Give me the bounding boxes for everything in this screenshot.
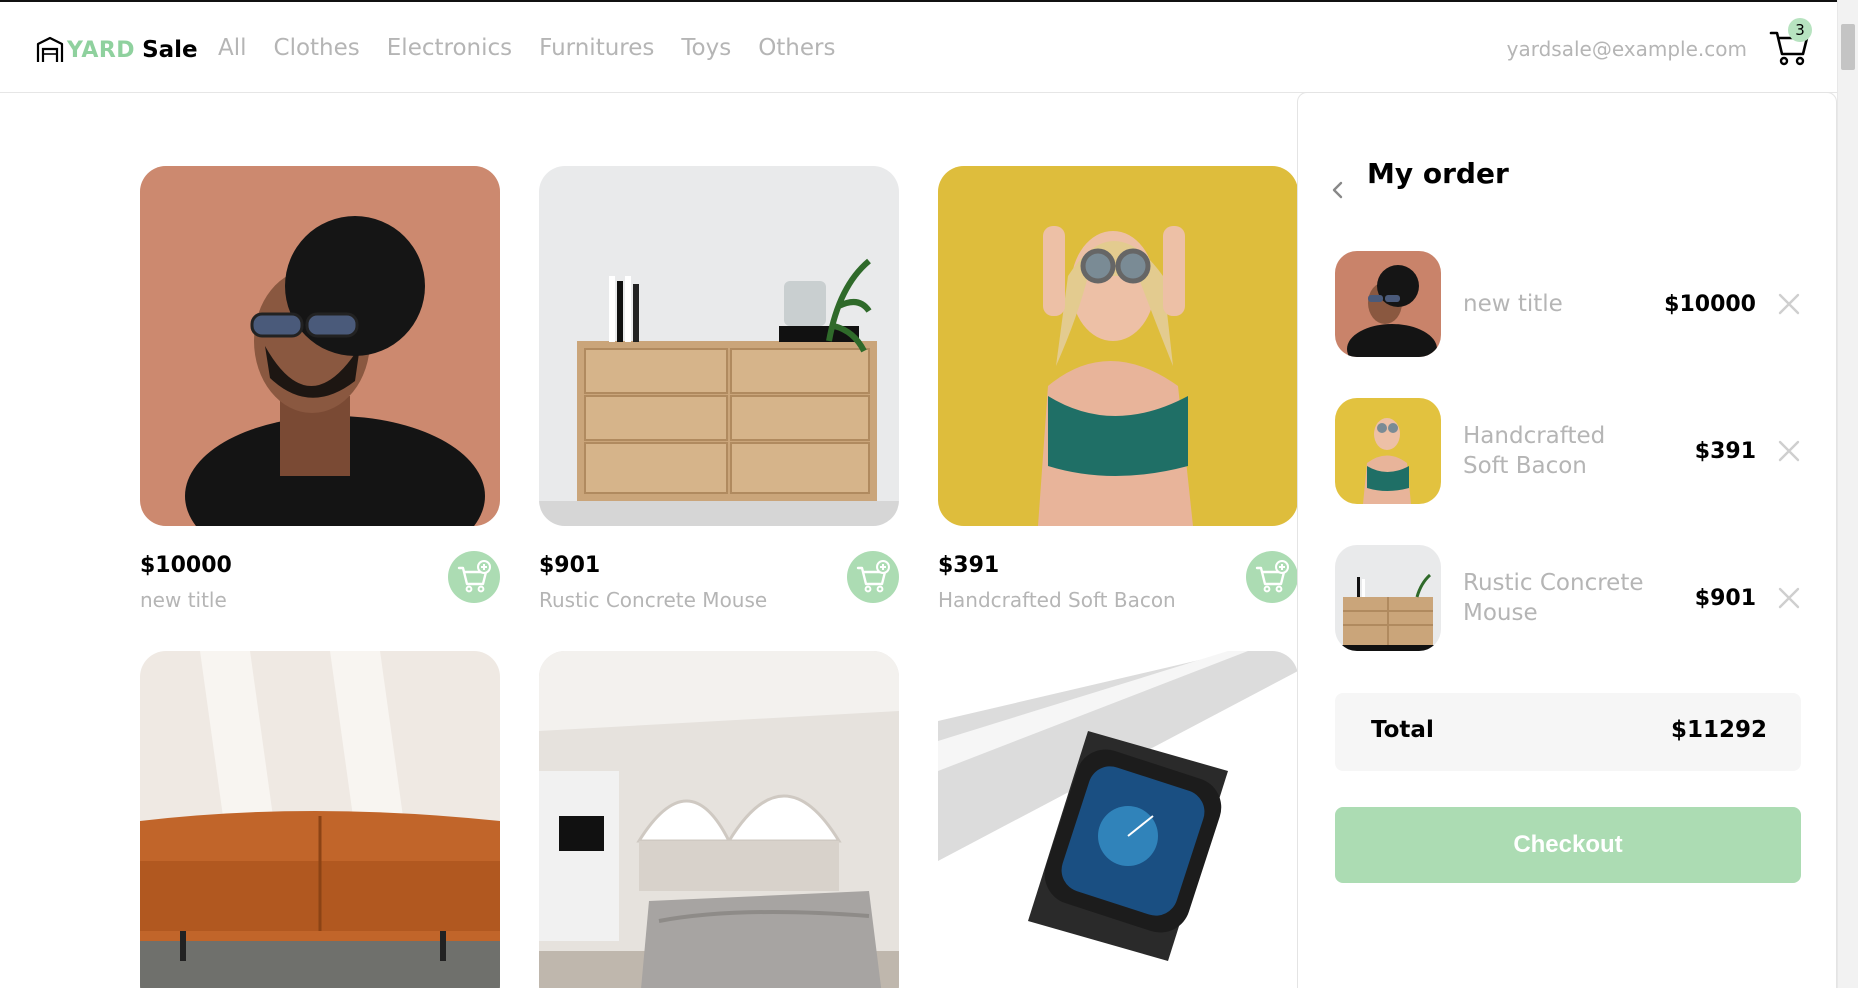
product-image-bedroom[interactable]	[539, 651, 899, 988]
add-to-cart-button[interactable]	[1246, 551, 1298, 603]
chevron-left-icon[interactable]	[1327, 179, 1349, 201]
add-to-cart-icon	[856, 560, 890, 593]
nav-item-others[interactable]: Others	[758, 35, 835, 61]
order-item: Handcrafted Soft Bacon $391	[1335, 398, 1801, 504]
logo-sale-text: Sale	[142, 37, 198, 63]
garage-icon	[36, 36, 64, 62]
order-item-price: $901	[1694, 585, 1756, 611]
order-item-image	[1335, 545, 1441, 651]
product-name: new title	[140, 588, 227, 612]
product-card[interactable]	[140, 651, 500, 988]
add-to-cart-button[interactable]	[847, 551, 899, 603]
order-item-name: Rustic Concrete Mouse	[1463, 570, 1644, 626]
order-item: Rustic Concrete Mouse $901	[1335, 545, 1801, 651]
product-image-orange-sofa[interactable]	[140, 651, 500, 988]
top-navbar: YARD Sale All Clothes Electronics Furnit…	[0, 0, 1858, 93]
close-icon[interactable]	[1777, 292, 1801, 316]
logo[interactable]: YARD Sale	[36, 32, 198, 68]
scrollbar-thumb[interactable]	[1841, 24, 1855, 70]
product-name: Rustic Concrete Mouse	[539, 588, 768, 612]
order-item-name: new title	[1463, 291, 1563, 317]
product-image-smartwatch[interactable]	[938, 651, 1298, 988]
close-icon[interactable]	[1777, 586, 1801, 610]
order-item: new title $10000	[1335, 251, 1801, 357]
add-to-cart-icon	[1255, 560, 1289, 593]
product-price: $391	[938, 553, 1000, 578]
total-label: Total	[1371, 717, 1434, 743]
product-name: Handcrafted Soft Bacon	[938, 588, 1176, 612]
product-card[interactable]: $391 Handcrafted Soft Bacon	[938, 166, 1298, 612]
category-nav: All Clothes Electronics Furnitures Toys …	[218, 35, 835, 61]
product-price: $10000	[140, 553, 232, 578]
user-email[interactable]: yardsale@example.com	[1507, 37, 1747, 61]
total-value: $11292	[1670, 717, 1767, 743]
add-to-cart-icon	[457, 560, 491, 593]
product-card[interactable]	[938, 651, 1298, 988]
product-image-wooden-dresser[interactable]	[539, 166, 899, 526]
order-item-price: $391	[1694, 438, 1756, 464]
order-item-image	[1335, 251, 1441, 357]
order-total: Total $11292	[1335, 693, 1801, 771]
order-item-name: Handcrafted Soft Bacon	[1463, 423, 1606, 479]
product-image-woman-yellow-wall[interactable]	[938, 166, 1298, 526]
page-scrollbar[interactable]	[1837, 0, 1858, 988]
close-icon[interactable]	[1777, 439, 1801, 463]
product-price: $901	[539, 553, 601, 578]
nav-item-all[interactable]: All	[218, 35, 247, 61]
product-card[interactable]: $10000 new title	[140, 166, 500, 612]
add-to-cart-button[interactable]	[448, 551, 500, 603]
nav-item-furnitures[interactable]: Furnitures	[539, 35, 654, 61]
product-grid: $10000 new title $901 Rustic Concrete Mo…	[140, 166, 1300, 988]
logo-yard-text: YARD	[67, 37, 136, 63]
product-card[interactable]	[539, 651, 899, 988]
nav-item-clothes[interactable]: Clothes	[274, 35, 360, 61]
cart-count-badge: 3	[1788, 18, 1812, 42]
nav-item-toys[interactable]: Toys	[681, 35, 731, 61]
product-card[interactable]: $901 Rustic Concrete Mouse	[539, 166, 899, 612]
checkout-button[interactable]: Checkout	[1335, 807, 1801, 883]
order-title: My order	[1367, 157, 1509, 190]
order-panel: My order new title $10000 Handcrafted So…	[1297, 92, 1837, 988]
order-item-image	[1335, 398, 1441, 504]
nav-item-electronics[interactable]: Electronics	[387, 35, 512, 61]
order-item-price: $10000	[1664, 291, 1756, 317]
product-image-man-in-hat[interactable]	[140, 166, 500, 526]
